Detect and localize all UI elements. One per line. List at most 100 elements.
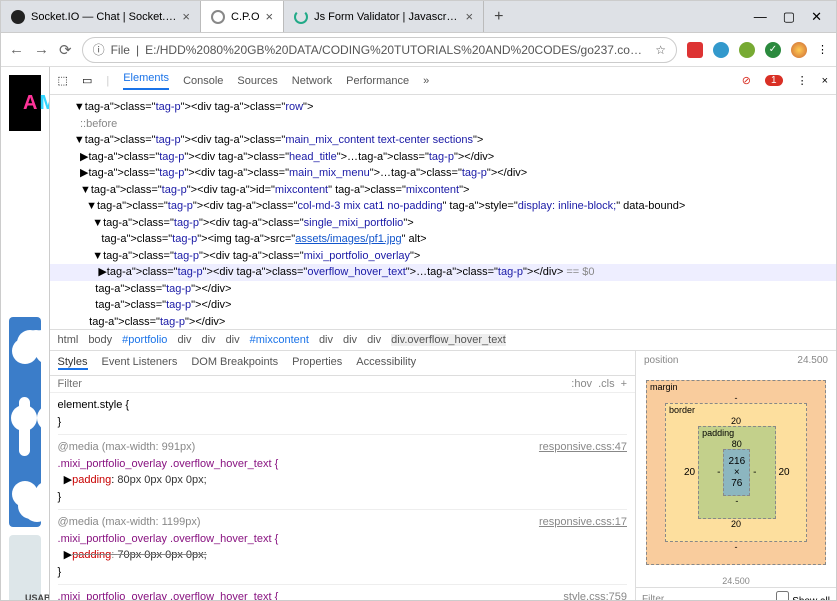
- crumb-item[interactable]: #mixcontent: [250, 334, 309, 346]
- tab-favicon: [211, 10, 225, 24]
- padding-right: -: [753, 467, 756, 478]
- css-rule[interactable]: responsive.css:17@media (max-width: 1199…: [58, 509, 627, 580]
- add-rule-icon[interactable]: +: [621, 378, 627, 390]
- subtab-accessibility[interactable]: Accessibility: [356, 356, 416, 370]
- showall-toggle[interactable]: Show all: [776, 591, 830, 600]
- dom-node[interactable]: ▶tag-a">class="tag-p"><div tag-a">class=…: [50, 165, 836, 182]
- styles-filter-input[interactable]: [58, 378, 566, 390]
- crumb-item[interactable]: html: [58, 334, 79, 346]
- cls-toggle[interactable]: .cls: [598, 378, 615, 390]
- tab-socketio[interactable]: Socket.IO — Chat | Socket.IO ×: [1, 1, 201, 32]
- tab-cpo[interactable]: C.P.O ×: [201, 1, 284, 32]
- ext-icon[interactable]: [687, 42, 703, 58]
- dom-node[interactable]: ▶tag-a">class="tag-p"><div tag-a">class=…: [50, 149, 836, 166]
- logo: AMAZIGN: [23, 92, 50, 115]
- minimize-icon[interactable]: —: [754, 9, 767, 25]
- crumb-item[interactable]: div.overflow_hover_text: [391, 334, 506, 346]
- ext-icon[interactable]: [713, 42, 729, 58]
- styles-pane: Styles Event Listeners DOM Breakpoints P…: [50, 351, 636, 600]
- avatar[interactable]: [791, 42, 807, 58]
- dom-node[interactable]: ▶tag-a">class="tag-p"><div tag-a">class=…: [50, 264, 836, 281]
- dom-tree[interactable]: ▼tag-a">class="tag-p"><div tag-a">class=…: [50, 95, 836, 329]
- box-model[interactable]: margin- border20 20 padding80 - 216 × 76…: [636, 370, 836, 575]
- address-bar[interactable]: ⓘ File | E:/HDD%2080%20GB%20DATA/CODING%…: [82, 37, 677, 63]
- dom-node[interactable]: tag-a">class="tag-p"></div>: [50, 314, 836, 330]
- tab-elements[interactable]: Elements: [123, 72, 169, 90]
- tab-title: C.P.O: [231, 11, 260, 23]
- url-bar: ← → ⟳ ⓘ File | E:/HDD%2080%20GB%20DATA/C…: [1, 33, 836, 67]
- dom-node[interactable]: ::before: [50, 116, 836, 133]
- crumb-item[interactable]: div: [177, 334, 191, 346]
- portfolio-item[interactable]: div.overflow_hover_text256 × 196: [9, 139, 41, 309]
- crumb-item[interactable]: div: [343, 334, 357, 346]
- close-icon[interactable]: ✕: [811, 9, 822, 25]
- window-controls: — ▢ ✕: [740, 9, 836, 25]
- tab-sources[interactable]: Sources: [237, 75, 277, 87]
- iot-icon: [37, 405, 50, 431]
- css-rules[interactable]: element.style {}responsive.css:47@media …: [50, 393, 635, 600]
- dom-node[interactable]: ▼tag-a">class="tag-p"><div tag-a">class=…: [50, 198, 836, 215]
- tab-network[interactable]: Network: [292, 75, 332, 87]
- crumb-item[interactable]: body: [88, 334, 112, 346]
- css-rule[interactable]: style.css:759.mixi_portfolio_overlay .ov…: [58, 584, 627, 600]
- browser-tabstrip: Socket.IO — Chat | Socket.IO × C.P.O × J…: [1, 1, 836, 33]
- url-path: E:/HDD%2080%20GB%20DATA/CODING%20TUTORIA…: [145, 43, 649, 57]
- dom-node[interactable]: tag-a">class="tag-p"></div>: [50, 297, 836, 314]
- portfolio-item[interactable]: [9, 317, 41, 527]
- close-icon[interactable]: ×: [466, 9, 474, 24]
- close-icon[interactable]: ×: [182, 9, 190, 24]
- close-icon[interactable]: ×: [822, 75, 828, 87]
- star-icon[interactable]: ☆: [655, 43, 666, 57]
- ext-icon[interactable]: [739, 42, 755, 58]
- subtab-dombreakpoints[interactable]: DOM Breakpoints: [191, 356, 278, 370]
- tab-performance[interactable]: Performance: [346, 75, 409, 87]
- subtab-eventlisteners[interactable]: Event Listeners: [102, 356, 178, 370]
- crumb-item[interactable]: div: [202, 334, 216, 346]
- content-size: 216 × 76: [723, 449, 750, 496]
- menu-icon[interactable]: ⋮: [797, 74, 808, 87]
- dom-node[interactable]: tag-a">class="tag-p"><img tag-a">src="as…: [50, 231, 836, 248]
- computed-pane: position24.500 margin- border20 20 paddi…: [636, 351, 836, 600]
- menu-icon[interactable]: ⋮: [817, 43, 828, 56]
- inspect-icon[interactable]: ⬚: [58, 74, 68, 87]
- forward-icon[interactable]: →: [34, 41, 49, 58]
- margin-top: -: [665, 393, 807, 403]
- error-icon[interactable]: ⊘: [742, 74, 751, 87]
- dom-node[interactable]: ▼tag-a">class="tag-p"><div tag-a">class=…: [50, 132, 836, 149]
- info-icon: ⓘ: [93, 41, 105, 58]
- maximize-icon[interactable]: ▢: [783, 9, 795, 25]
- crumb-item[interactable]: #portfolio: [122, 334, 167, 346]
- portfolio-item[interactable]: USABILITY LAYOUT INTERNET WEB ▴: [9, 535, 41, 600]
- close-icon[interactable]: ×: [266, 9, 274, 24]
- dom-node[interactable]: tag-a">class="tag-p"></div>: [50, 281, 836, 298]
- devtools-tabs: ⬚ ▭ | Elements Console Sources Network P…: [50, 67, 836, 95]
- border-bottom: 20: [684, 519, 788, 529]
- tabs-overflow[interactable]: »: [423, 75, 429, 87]
- crumb-item[interactable]: div: [226, 334, 240, 346]
- tab-jsform[interactable]: Js Form Validator | Javascript vali ×: [284, 1, 484, 32]
- subtab-styles[interactable]: Styles: [58, 356, 88, 370]
- back-icon[interactable]: ←: [9, 41, 24, 58]
- subtab-properties[interactable]: Properties: [292, 356, 342, 370]
- crumb-item[interactable]: div: [319, 334, 333, 346]
- dom-node[interactable]: ▼tag-a">class="tag-p"><div tag-a">class=…: [50, 99, 836, 116]
- tab-console[interactable]: Console: [183, 75, 223, 87]
- error-count: 1: [765, 75, 783, 86]
- ext-icon[interactable]: ✓: [765, 42, 781, 58]
- dom-node[interactable]: ▼tag-a">class="tag-p"><div tag-a">id="mi…: [50, 182, 836, 199]
- tab-title: Js Form Validator | Javascript vali: [314, 11, 459, 23]
- css-rule[interactable]: responsive.css:47@media (max-width: 991p…: [58, 434, 627, 505]
- hov-toggle[interactable]: :hov: [571, 378, 592, 390]
- crumb-item[interactable]: div: [367, 334, 381, 346]
- new-tab-button[interactable]: +: [484, 8, 513, 26]
- iot-icon: [35, 481, 49, 507]
- dom-node[interactable]: ▼tag-a">class="tag-p"><div tag-a">class=…: [50, 215, 836, 232]
- computed-filter[interactable]: Filter: [642, 594, 664, 601]
- breadcrumb[interactable]: htmlbody#portfoliodivdivdiv#mixcontentdi…: [50, 329, 836, 350]
- reload-icon[interactable]: ⟳: [59, 41, 72, 59]
- extensions: ✓ ⋮: [687, 42, 828, 58]
- tab-title: Socket.IO — Chat | Socket.IO: [31, 11, 176, 23]
- padding-left: -: [717, 467, 720, 478]
- dom-node[interactable]: ▼tag-a">class="tag-p"><div tag-a">class=…: [50, 248, 836, 265]
- device-icon[interactable]: ▭: [82, 74, 92, 87]
